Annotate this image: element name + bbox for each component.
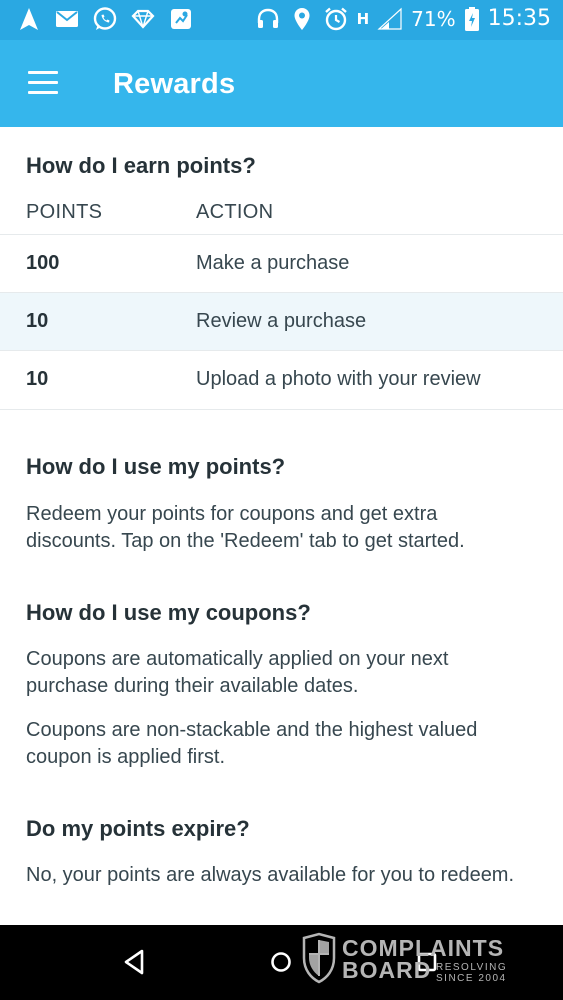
row-action: Upload a photo with your review [196,368,481,390]
points-expire-body: No, your points are always available for… [26,864,515,886]
complaints-board-watermark: COMPLAINTS BOARD RESOLVING SINCE 2004 [300,932,520,988]
points-expire-heading: Do my points expire? [26,816,250,841]
row-action: Review a purchase [196,310,367,332]
watermark-line2: BOARD [342,957,431,983]
mail-icon [54,6,80,32]
table-divider [0,409,563,410]
use-coupons-body-2: Coupons are non-stackable and the highes… [26,719,478,768]
battery-percent: 71% [411,7,456,31]
home-circle-icon[interactable] [259,940,303,984]
diamond-icon [130,6,156,32]
back-triangle-icon[interactable] [113,940,157,984]
use-points-heading: How do I use my points? [26,454,286,479]
page-title: Rewards [113,68,236,100]
row-points: 100 [26,252,60,274]
watermark-tag2: SINCE 2004 [436,973,507,984]
use-coupons-heading: How do I use my coupons? [26,600,311,625]
status-bar: H 71% 15:35 [0,0,563,40]
earn-points-heading: How do I earn points? [26,153,256,178]
location-icon [289,6,315,32]
app-bar: Rewards [0,40,563,127]
table-row: 10 Review a purchase [0,292,563,351]
status-bar-system: H 71% 15:35 [255,5,551,33]
action-column-header: ACTION [196,201,274,223]
points-column-header: POINTS [26,201,103,223]
shield-logo-icon [302,932,336,984]
row-action: Make a purchase [196,252,350,274]
row-points: 10 [26,368,49,390]
table-row: 10 Upload a photo with your review [0,350,563,409]
signal-icon [377,6,403,32]
network-type-label: H [356,10,370,28]
maps-icon [168,6,194,32]
navigation-icon [16,6,42,32]
clock: 15:35 [487,6,551,31]
use-coupons-body-1: Coupons are automatically applied on you… [26,648,449,697]
watermark-tag1: RESOLVING [436,962,507,973]
use-points-body: Redeem your points for coupons and get e… [26,503,465,552]
row-points: 10 [26,310,49,332]
alarm-icon [323,6,349,32]
headphones-icon [255,6,281,32]
hamburger-menu-icon[interactable] [22,66,62,100]
battery-icon [464,6,480,32]
table-row: 100 Make a purchase [0,234,563,293]
rewards-content[interactable]: How do I earn points? POINTS ACTION 100 … [0,127,563,925]
whatsapp-icon [92,6,118,32]
status-bar-notifications [16,6,194,32]
